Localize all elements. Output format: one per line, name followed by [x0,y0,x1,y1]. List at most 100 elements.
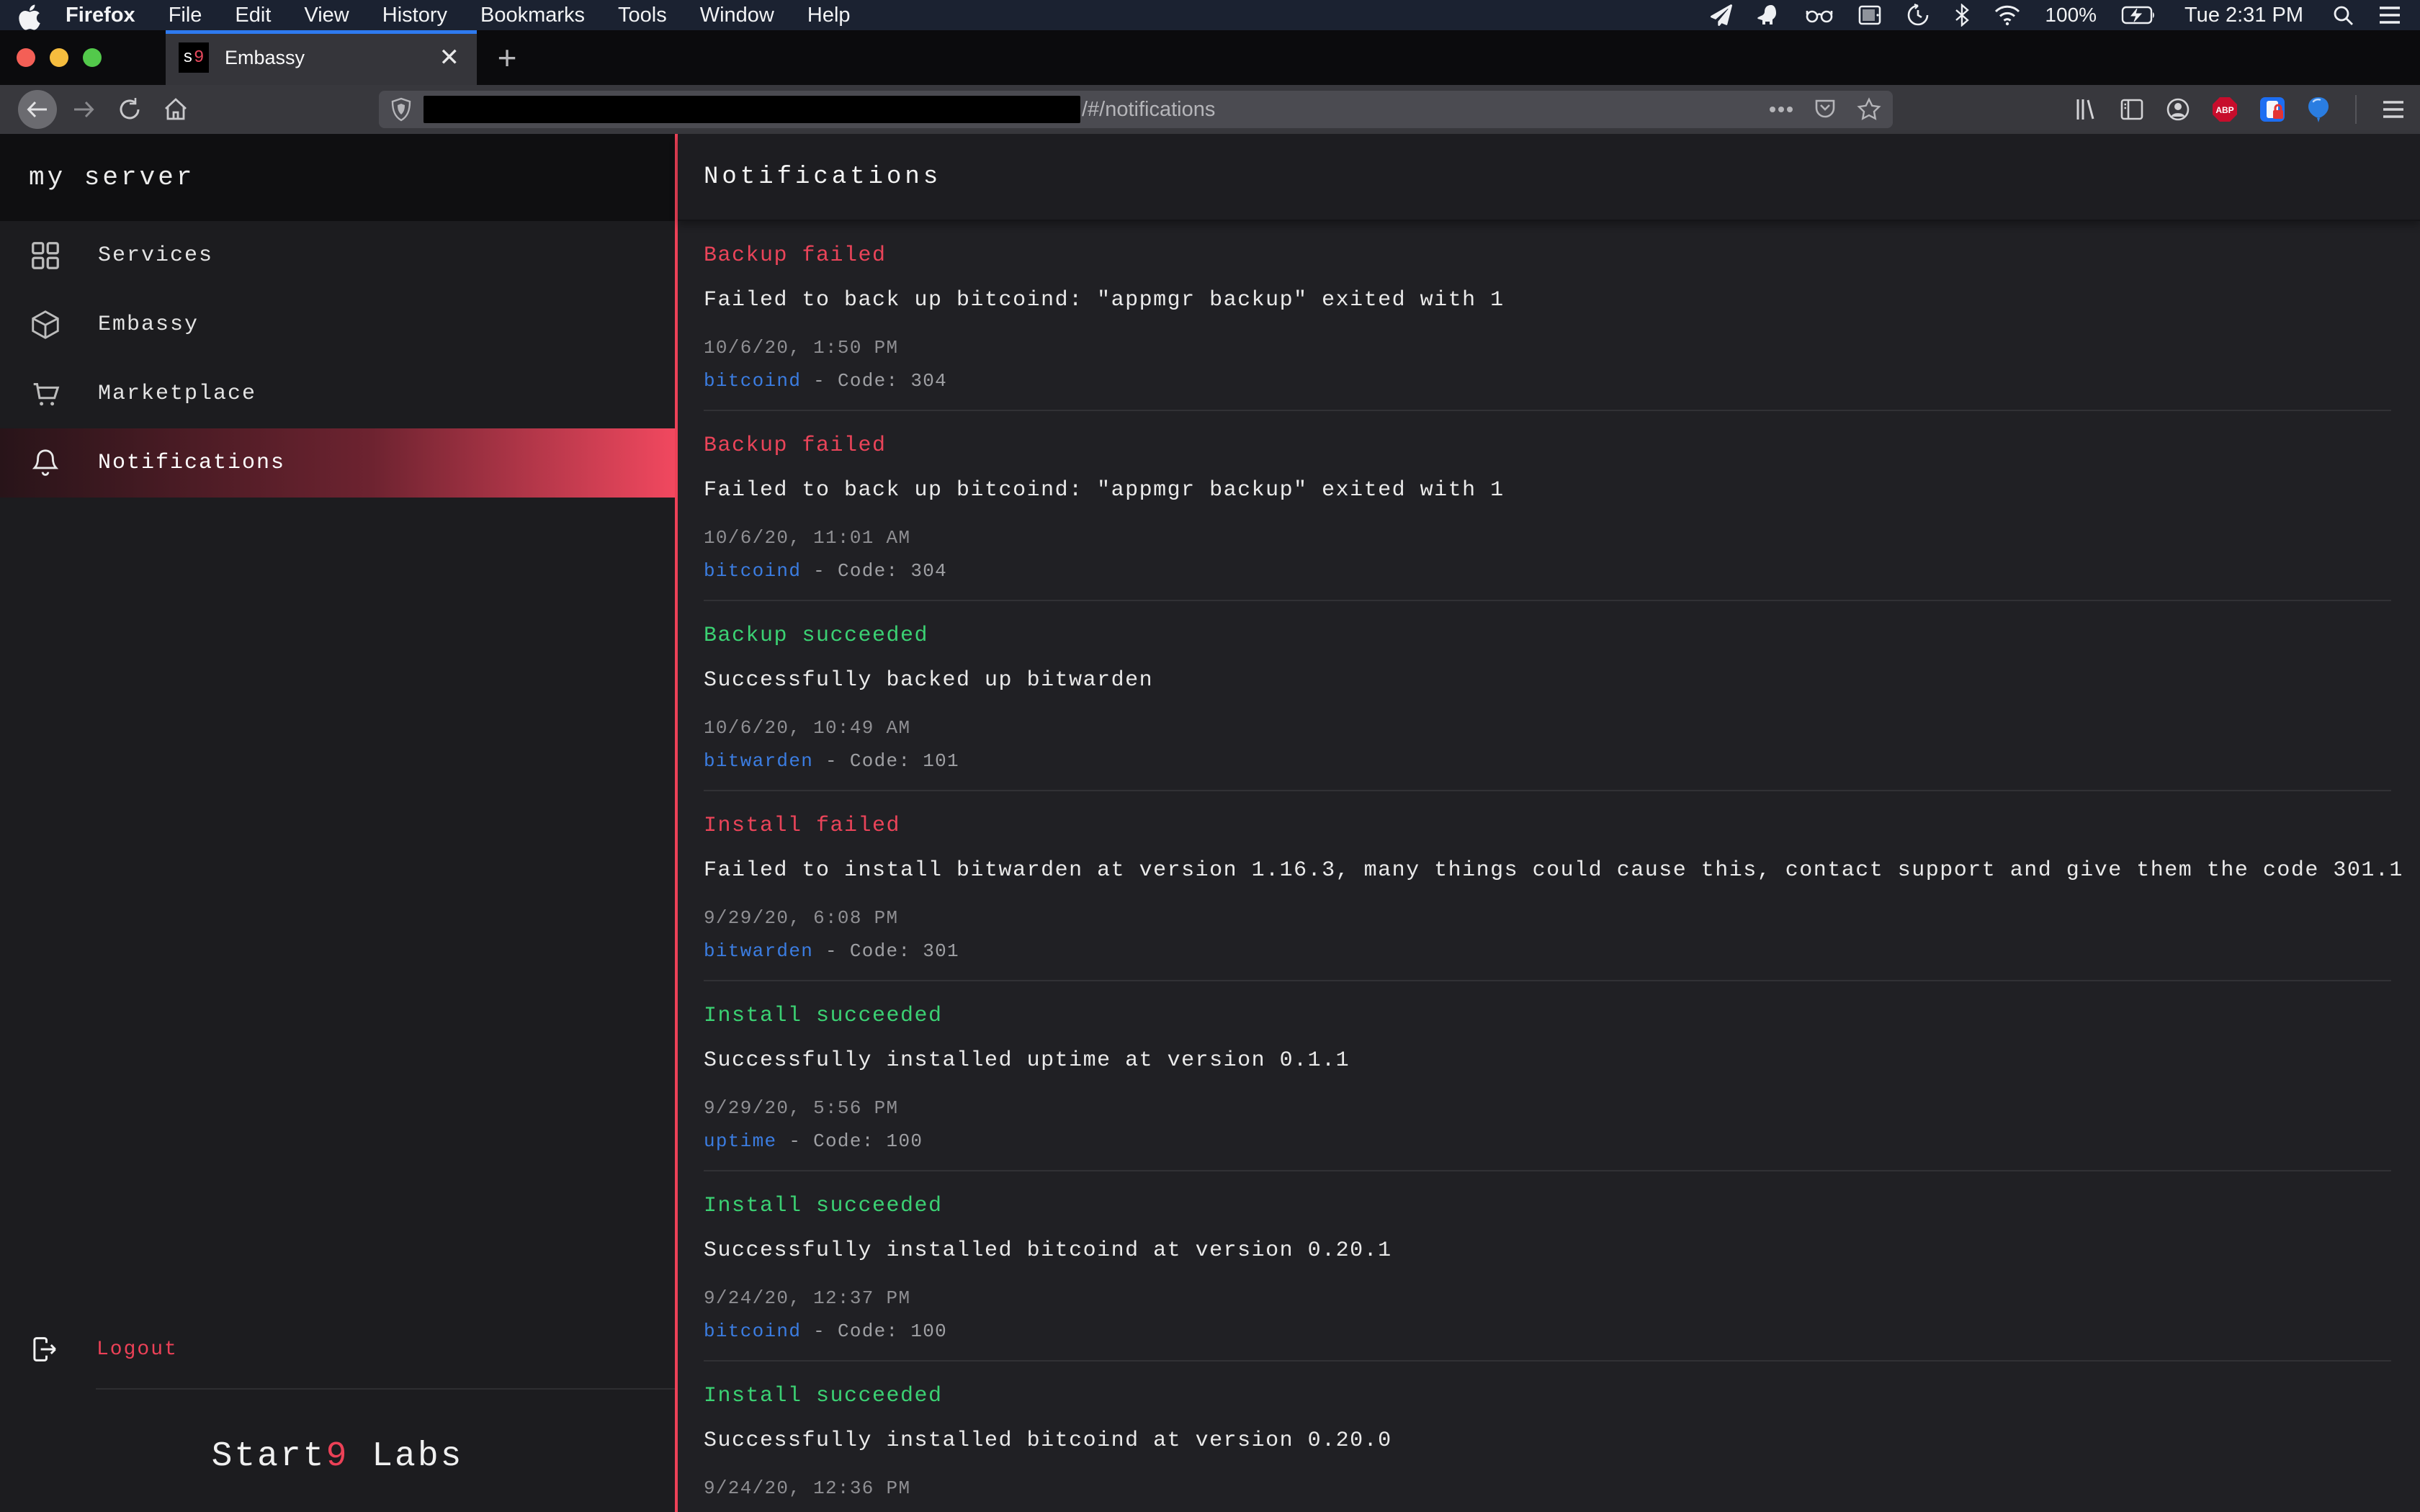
battery-percent: 100% [2045,4,2097,27]
bird-icon[interactable] [1757,4,1781,27]
service-link[interactable]: bitcoind [704,560,801,582]
url-redacted-region [424,96,1080,123]
menu-item-history[interactable]: History [366,4,464,27]
battery-icon[interactable] [2121,4,2156,27]
logout-button[interactable]: Logout [0,1322,675,1377]
content: Notifications Backup failed Failed to ba… [678,134,2420,1512]
service-link[interactable]: bitcoind [704,370,801,392]
notification-item: Backup succeeded Successfully backed up … [678,601,2420,791]
menu-bar-status: 100% Tue 2:31 PM [1711,4,2401,27]
sidebar-toggle-icon[interactable] [2119,96,2145,122]
send-icon[interactable] [1711,4,1732,27]
search-icon[interactable] [2332,4,2354,27]
service-link[interactable]: bitwarden [704,940,813,962]
tab-close-icon[interactable]: ✕ [436,42,463,73]
menu-item-edit[interactable]: Edit [218,4,287,27]
brand-nine: 9 [326,1437,349,1476]
shield-icon[interactable] [390,97,412,122]
notification-title: Install succeeded [704,1003,2391,1029]
page-actions-icon[interactable] [1769,106,1793,113]
notification-title: Backup succeeded [704,623,2391,649]
notification-list: Backup failed Failed to back up bitcoind… [678,221,2420,1512]
balloon-extension-icon[interactable] [2306,96,2331,123]
sidebar-item-embassy[interactable]: Embassy [0,290,675,359]
service-link[interactable]: bitwarden [704,750,813,772]
home-button[interactable] [153,89,199,130]
notification-item: Backup failed Failed to back up bitcoind… [678,411,2420,601]
active-tab-indicator [166,30,477,34]
notification-message: Failed to back up bitcoind: "appmgr back… [704,477,2391,503]
wifi-icon[interactable] [1994,4,2020,27]
pocket-icon[interactable] [1814,98,1837,121]
screen: FirefoxFileEditViewHistoryBookmarksTools… [0,0,2420,1512]
minimize-window-button[interactable] [50,48,68,67]
notification-title: Install succeeded [704,1383,2391,1409]
sidebar-item-label: Services [98,243,213,268]
notification-timestamp: 10/6/20, 11:01 AM [704,526,2391,549]
start9-labs-logo: Start9 Labs [0,1437,675,1476]
tab-embassy[interactable]: s9 Embassy ✕ [166,30,477,85]
service-link[interactable]: bitcoind [704,1320,801,1342]
lock-extension-icon[interactable] [2259,96,2286,123]
new-tab-button[interactable]: + [477,30,537,85]
glasses-icon[interactable] [1806,4,1833,27]
notification-message: Successfully backed up bitwarden [704,667,2391,693]
notification-timestamp: 9/29/20, 6:08 PM [704,906,2391,930]
menu-bar-items: FirefoxFileEditViewHistoryBookmarksTools… [49,4,867,27]
sidebar-item-label: Marketplace [98,382,256,406]
url-bar[interactable]: /#/notifications [379,91,1893,128]
menu-bar-clock[interactable]: Tue 2:31 PM [2184,4,2303,27]
zoom-window-button[interactable] [83,48,102,67]
library-icon[interactable] [2073,96,2099,122]
menu-item-file[interactable]: File [152,4,219,27]
notification-title: Install failed [704,813,2391,839]
notification-timestamp: 9/24/20, 12:37 PM [704,1287,2391,1310]
service-link[interactable]: uptime [704,1130,776,1152]
bluetooth-icon[interactable] [1954,4,1970,27]
close-window-button[interactable] [17,48,35,67]
notification-message: Successfully installed uptime at version… [704,1048,2391,1074]
toolbar-separator [2355,95,2357,124]
notification-timestamp: 9/24/20, 12:36 PM [704,1477,2391,1500]
sidebar-menu: Services Embassy Marketplace Notificatio… [0,221,675,1512]
cube-icon [29,308,62,341]
reload-button[interactable] [107,89,153,130]
menu-item-window[interactable]: Window [684,4,791,27]
sidebar: my server Services Embassy Marketplace N… [0,134,675,1512]
logout-label: Logout [97,1338,178,1361]
apple-menu-icon[interactable] [19,3,40,27]
notification-timestamp: 10/6/20, 10:49 AM [704,716,2391,739]
notification-item: Install succeeded Successfully installed… [678,1362,2420,1512]
menu-item-firefox[interactable]: Firefox [49,4,152,27]
time-machine-icon[interactable] [1906,4,1930,27]
firefox-tab-bar: s9 Embassy ✕ + [0,30,2420,85]
account-icon[interactable] [2165,96,2191,122]
notification-title: Backup failed [704,433,2391,459]
sidebar-item-label: Notifications [98,451,285,475]
back-button[interactable] [14,89,60,130]
list-icon[interactable] [2378,4,2401,27]
notification-message: Successfully installed bitcoind at versi… [704,1238,2391,1264]
forward-button[interactable] [60,89,107,130]
url-path: /#/notifications [1082,98,1215,122]
display-icon[interactable] [1857,4,1882,27]
menu-item-view[interactable]: View [287,4,365,27]
bookmark-star-icon[interactable] [1857,97,1881,122]
tab-title: Embassy [225,47,436,69]
notification-item: Install succeeded Successfully installed… [678,1171,2420,1362]
notification-timestamp: 10/6/20, 1:50 PM [704,336,2391,359]
embassy-app: my server Services Embassy Marketplace N… [0,134,2420,1512]
adblock-abp-icon[interactable]: ABP [2211,96,2238,123]
sidebar-item-marketplace[interactable]: Marketplace [0,359,675,428]
notification-message: Successfully installed bitcoind at versi… [704,1428,2391,1454]
menu-item-tools[interactable]: Tools [601,4,684,27]
menu-item-bookmarks[interactable]: Bookmarks [464,4,601,27]
sidebar-item-services[interactable]: Services [0,221,675,290]
toolbar-right: ABP [2073,95,2406,124]
menu-item-help[interactable]: Help [791,4,867,27]
notification-code: bitcoind - Code: 304 [704,559,2391,582]
hamburger-menu-icon[interactable] [2381,99,2406,120]
notification-item: Install succeeded Successfully installed… [678,981,2420,1171]
sidebar-item-notifications[interactable]: Notifications [0,428,675,498]
notification-message: Failed to back up bitcoind: "appmgr back… [704,287,2391,313]
